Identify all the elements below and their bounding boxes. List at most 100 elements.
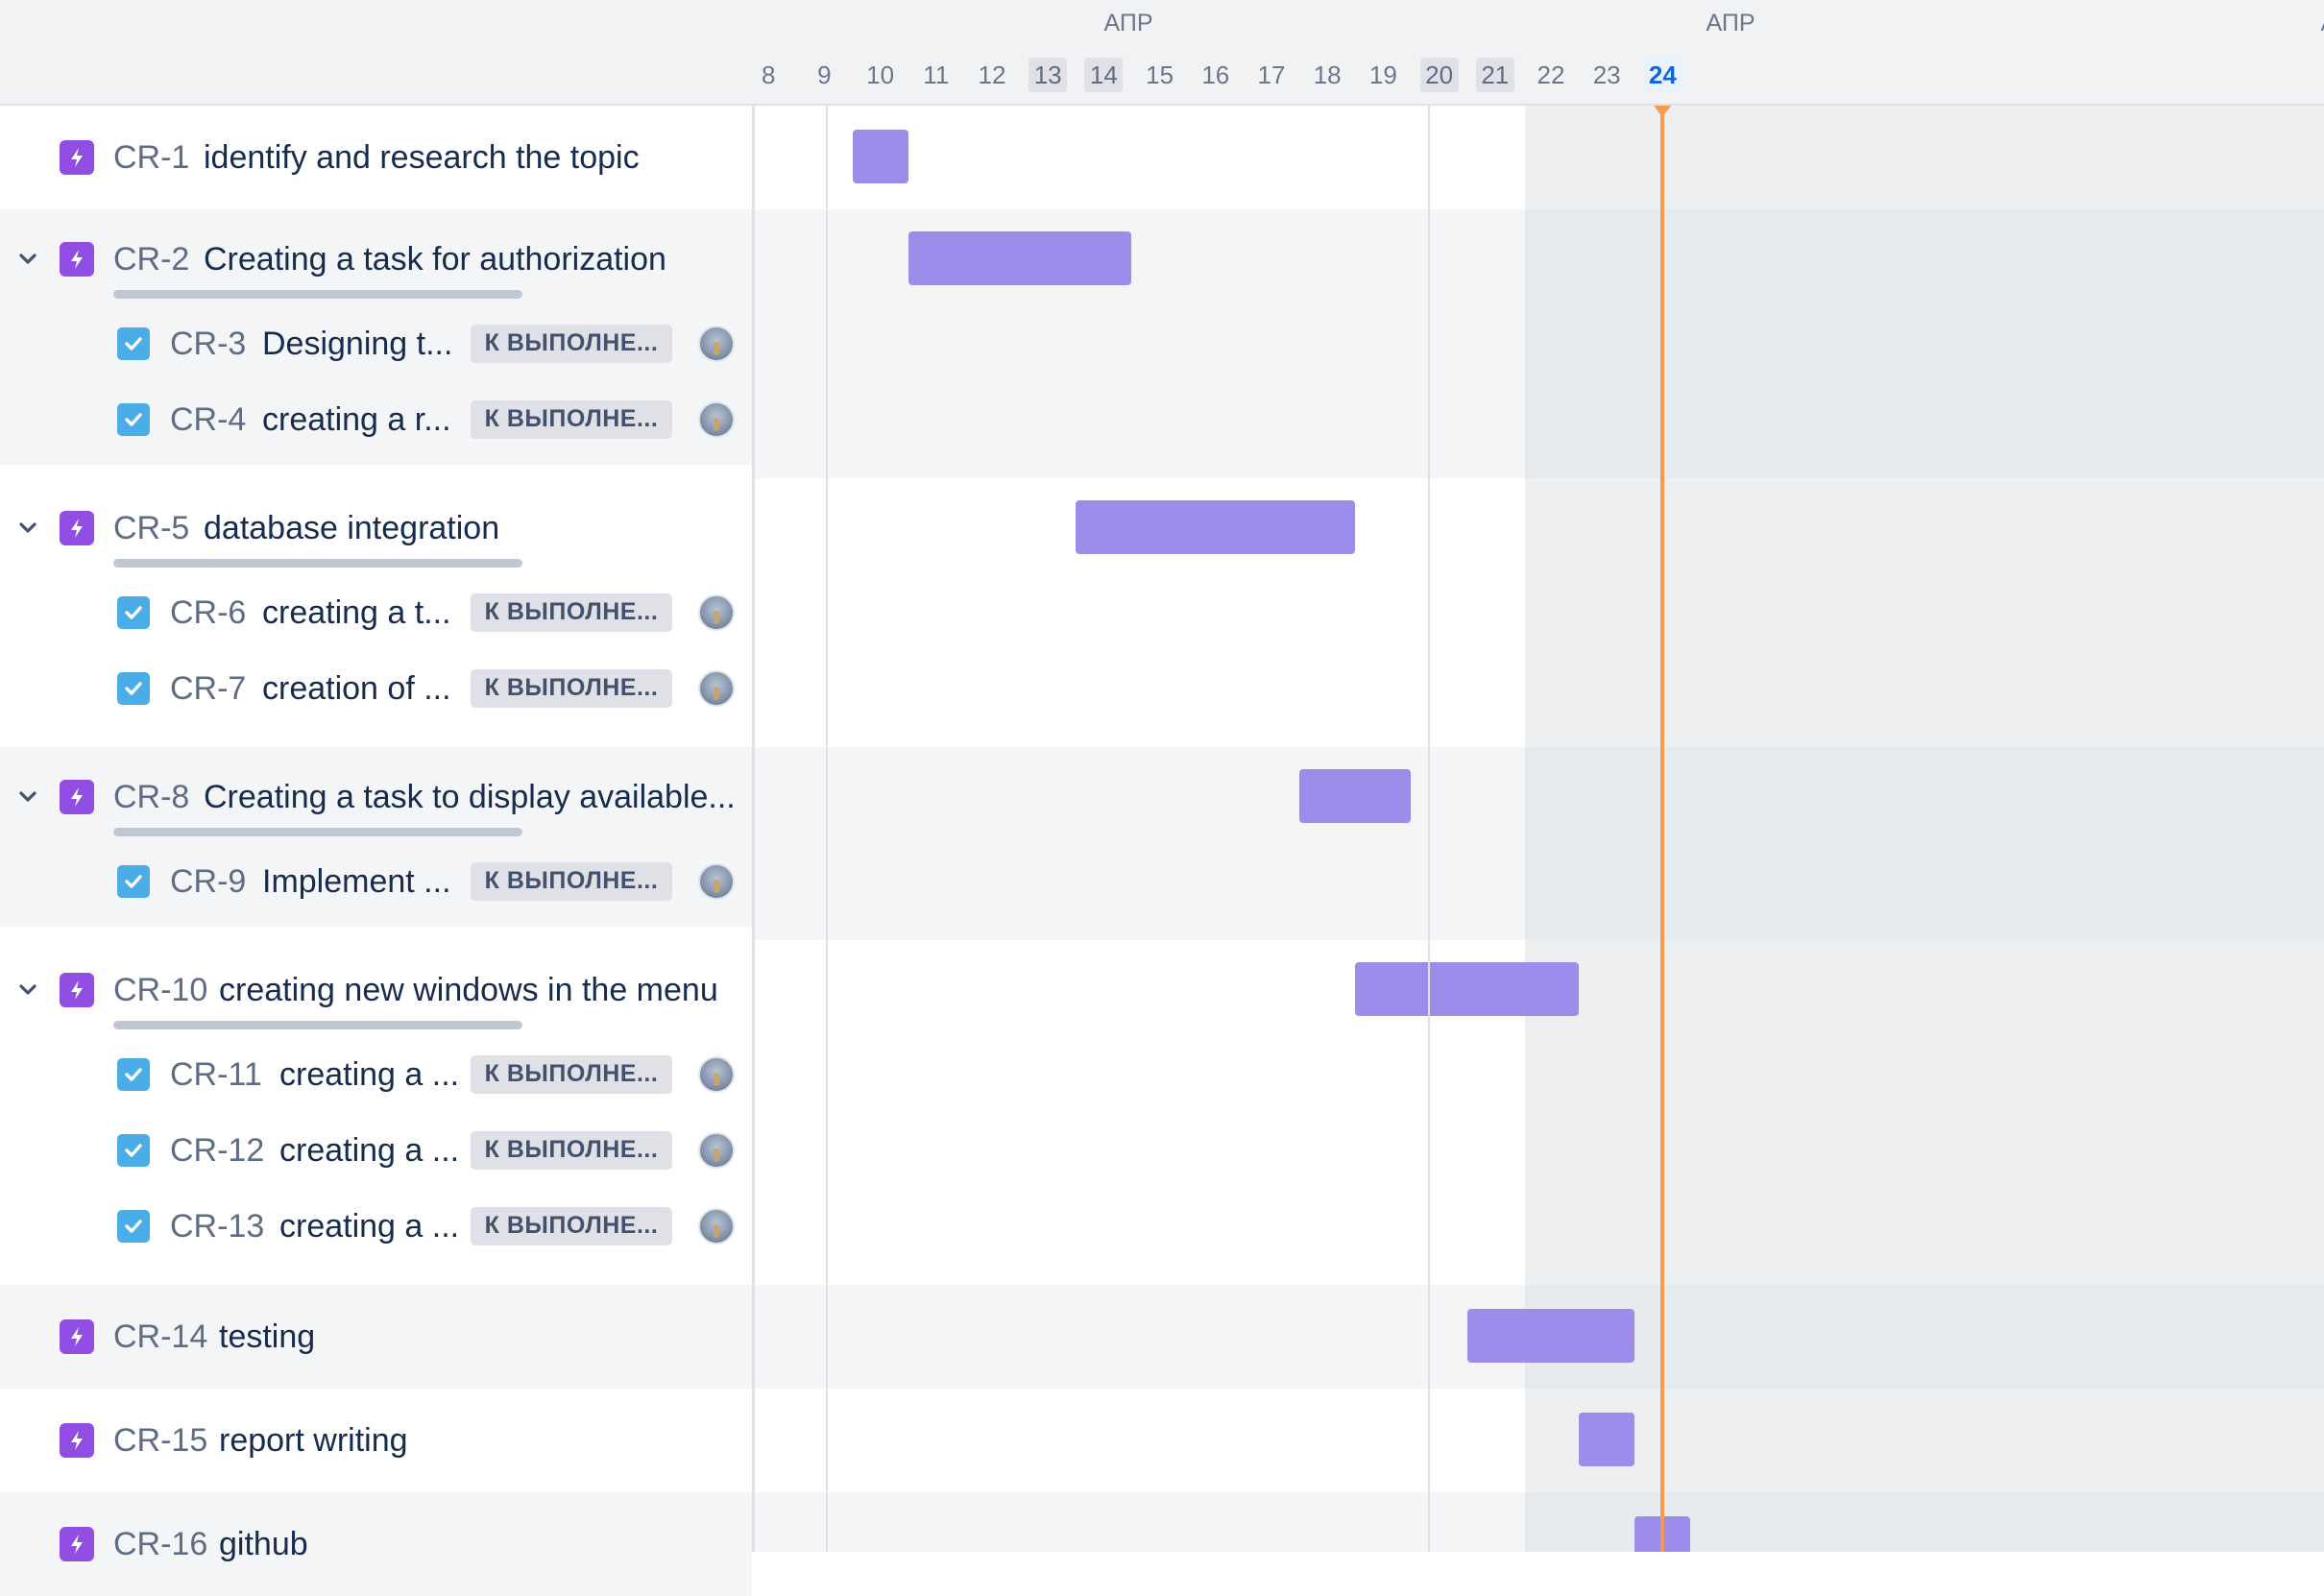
checkbox-icon: [117, 1057, 150, 1091]
issue-row[interactable]: CR-14 testing: [0, 1285, 752, 1389]
day-label: 17: [1257, 60, 1286, 89]
issue-key[interactable]: CR-8: [113, 778, 189, 816]
chevron-down-icon[interactable]: [17, 786, 38, 808]
day-label: 11: [923, 60, 950, 89]
issue-key[interactable]: CR-16: [113, 1525, 207, 1563]
day-label: 15: [1146, 60, 1174, 89]
issue-row[interactable]: CR-10 creating new windows in the menu: [0, 940, 752, 1044]
avatar[interactable]: [698, 593, 735, 631]
issue-title[interactable]: identify and research the topic: [204, 138, 640, 177]
issue-key[interactable]: CR-13: [170, 1207, 264, 1245]
status-badge[interactable]: К ВЫПОЛНЕ...: [471, 1130, 672, 1170]
timeline-bar[interactable]: [908, 231, 1132, 285]
issue-row[interactable]: CR-16 github: [0, 1492, 752, 1596]
timeline-bar[interactable]: [852, 130, 908, 183]
issue-key[interactable]: CR-5: [113, 509, 189, 547]
avatar[interactable]: [698, 1131, 735, 1169]
day-label: 12: [978, 60, 1006, 89]
chevron-down-icon[interactable]: [17, 518, 38, 539]
issue-key[interactable]: CR-2: [113, 240, 189, 278]
issue-title[interactable]: Creating a task for authorization: [204, 240, 666, 278]
issue-title[interactable]: github: [219, 1525, 308, 1563]
issue-title[interactable]: creating new windows in the menu: [219, 971, 718, 1009]
issue-list-header: [0, 0, 755, 106]
status-badge[interactable]: К ВЫПОЛНЕ...: [471, 668, 672, 708]
issue-key[interactable]: CR-4: [170, 400, 246, 439]
timeline-bar[interactable]: [1299, 769, 1412, 823]
issue-row[interactable]: CR-12 creating a ... К ВЫПОЛНЕ...: [0, 1120, 752, 1196]
chevron-down-icon[interactable]: [17, 979, 38, 1001]
issue-title[interactable]: creating a ...: [279, 1055, 459, 1094]
chevron-down-icon[interactable]: [17, 249, 38, 270]
day-label: 21: [1475, 58, 1514, 92]
issue-row[interactable]: CR-3 Designing t... К ВЫПОЛНЕ...: [0, 313, 752, 389]
issue-title[interactable]: database integration: [204, 509, 499, 547]
epic-progress-bar: [113, 828, 522, 836]
avatar[interactable]: [698, 1055, 735, 1093]
issue-key[interactable]: CR-10: [113, 971, 207, 1009]
avatar[interactable]: [698, 1207, 735, 1245]
avatar[interactable]: [698, 325, 735, 362]
issue-title[interactable]: creation of ...: [262, 669, 451, 708]
issue-row[interactable]: CR-13 creating a ... К ВЫПОЛНЕ...: [0, 1196, 752, 1271]
issue-title[interactable]: report writing: [219, 1421, 408, 1460]
issue-row[interactable]: CR-4 creating a r... К ВЫПОЛНЕ...: [0, 389, 752, 465]
timeline-bar[interactable]: [1466, 1309, 1635, 1363]
today-line: [1660, 106, 1665, 1552]
issue-key[interactable]: CR-14: [113, 1318, 207, 1356]
avatar[interactable]: [698, 400, 735, 438]
epic-icon: [60, 511, 94, 545]
issue-title[interactable]: creating a t...: [262, 593, 451, 632]
day-label: 19: [1368, 60, 1397, 89]
issue-key[interactable]: CR-11: [170, 1055, 262, 1094]
issue-row[interactable]: CR-6 creating a t... К ВЫПОЛНЕ...: [0, 582, 752, 658]
issue-title[interactable]: creating a ...: [279, 1131, 459, 1170]
issue-title[interactable]: Creating a task to display available...: [204, 778, 736, 816]
timeline-header: АПРАПРА789101112131415161718192021222324: [755, 0, 2324, 106]
issue-row[interactable]: CR-15 report writing: [0, 1389, 752, 1492]
roadmap-view: CR-1 identify and research the topic CR-2 C…: [0, 0, 2324, 1596]
issue-key[interactable]: CR-15: [113, 1421, 207, 1460]
status-badge[interactable]: К ВЫПОЛНЕ...: [471, 592, 672, 632]
issue-row[interactable]: CR-7 creation of ... К ВЫПОЛНЕ...: [0, 658, 752, 734]
avatar[interactable]: [698, 862, 735, 900]
issue-row[interactable]: CR-1 identify and research the topic: [0, 106, 752, 209]
issue-title[interactable]: creating a r...: [262, 400, 451, 439]
issue-title[interactable]: Implement ...: [262, 862, 451, 901]
timeline-bar[interactable]: [1579, 1413, 1635, 1466]
issue-key[interactable]: CR-7: [170, 669, 246, 708]
issue-key[interactable]: CR-6: [170, 593, 246, 632]
epic-icon: [60, 780, 94, 814]
issue-title[interactable]: testing: [219, 1318, 315, 1356]
issue-key[interactable]: CR-12: [170, 1131, 264, 1170]
issue-row[interactable]: CR-8 Creating a task to display available…: [0, 747, 752, 851]
timeline-bar[interactable]: [1355, 962, 1580, 1016]
epic-progress-bar: [113, 290, 522, 299]
epic-icon: [60, 140, 94, 175]
checkbox-icon: [117, 595, 150, 629]
issue-key[interactable]: CR-3: [170, 325, 246, 363]
avatar[interactable]: [698, 669, 735, 707]
issue-key[interactable]: CR-9: [170, 862, 246, 901]
checkbox-icon: [117, 1133, 150, 1167]
issue-key[interactable]: CR-1: [113, 138, 189, 177]
issue-row[interactable]: CR-11 creating a ... К ВЫПОЛНЕ...: [0, 1044, 752, 1120]
timeline-bar[interactable]: [1076, 500, 1356, 554]
status-badge[interactable]: К ВЫПОЛНЕ...: [471, 1054, 672, 1094]
status-badge[interactable]: К ВЫПОЛНЕ...: [471, 324, 672, 363]
day-label: 18: [1313, 60, 1342, 89]
week-separator: [826, 0, 828, 1552]
checkbox-icon: [117, 402, 150, 436]
status-badge[interactable]: К ВЫПОЛНЕ...: [471, 1206, 672, 1245]
issue-row[interactable]: CR-5 database integration: [0, 478, 752, 582]
day-label: 8: [761, 60, 776, 89]
issue-row[interactable]: CR-9 Implement ... К ВЫПОЛНЕ...: [0, 851, 752, 927]
issue-row[interactable]: CR-2 Creating a task for authorization: [0, 209, 752, 313]
checkbox-icon: [117, 1209, 150, 1243]
issue-title[interactable]: Designing t...: [262, 325, 452, 363]
month-label: АПР: [1706, 10, 1755, 36]
status-badge[interactable]: К ВЫПОЛНЕ...: [471, 399, 672, 439]
issue-title[interactable]: creating a ...: [279, 1207, 459, 1245]
status-badge[interactable]: К ВЫПОЛНЕ...: [471, 861, 672, 901]
epic-icon: [60, 1423, 94, 1458]
